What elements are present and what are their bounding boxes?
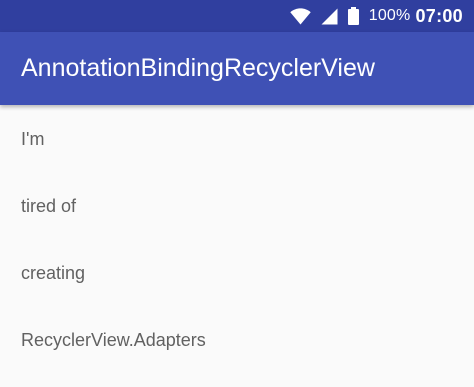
- recycler-list[interactable]: I'm tired of creating RecyclerView.Adapt…: [0, 105, 474, 387]
- list-item-text: tired of: [21, 196, 77, 216]
- status-indicators: 100% 07:00: [290, 0, 463, 32]
- status-bar: 100% 07:00: [0, 0, 474, 32]
- list-item-text: creating: [21, 263, 86, 283]
- list-item[interactable]: tired of: [0, 172, 474, 239]
- app-bar: AnnotationBindingRecyclerView: [0, 32, 474, 105]
- battery-percentage: 100%: [368, 7, 411, 24]
- wifi-icon: [290, 7, 311, 25]
- status-clock: 07:00: [415, 5, 463, 26]
- list-item-text: RecyclerView.Adapters: [21, 330, 206, 350]
- battery-icon: [347, 7, 359, 25]
- list-item-text: I'm: [21, 129, 45, 149]
- app-title: AnnotationBindingRecyclerView: [21, 54, 375, 82]
- list-item[interactable]: creating: [0, 239, 474, 306]
- list-item[interactable]: I'm: [0, 105, 474, 172]
- cell-signal-icon: [321, 8, 338, 25]
- list-item[interactable]: RecyclerView.Adapters: [0, 306, 474, 373]
